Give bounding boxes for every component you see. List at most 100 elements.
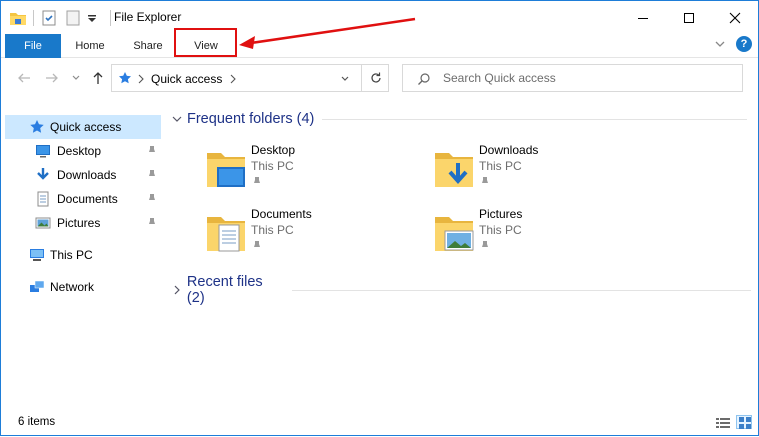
up-arrow-icon <box>93 72 103 84</box>
pin-icon <box>482 241 488 251</box>
window-title: File Explorer <box>114 10 182 24</box>
large-icons-view-icon <box>739 417 751 429</box>
tab-share[interactable]: Share <box>119 34 177 58</box>
desktop-icon <box>36 145 50 158</box>
frequent-folders-group[interactable]: Frequent folders (4) <box>171 109 748 129</box>
sidebar-item-this-pc[interactable]: This PC <box>5 243 161 267</box>
annotation-highlight-box <box>174 28 237 57</box>
minimize-button[interactable] <box>620 1 666 34</box>
folder-tile-documents[interactable]: Documents This PC <box>205 207 425 263</box>
quick-access-star-icon <box>119 72 131 84</box>
navigation-bar: Quick access <box>1 59 758 97</box>
pin-icon[interactable] <box>147 193 157 205</box>
sidebar-item-label: Documents <box>57 192 118 206</box>
pictures-icon <box>35 217 51 229</box>
pictures-folder-icon <box>435 217 474 251</box>
close-icon <box>729 12 741 23</box>
search-box[interactable] <box>402 64 743 92</box>
quick-access-toolbar <box>9 7 117 29</box>
address-dropdown-icon[interactable] <box>340 74 350 84</box>
toolbar-divider <box>33 10 34 26</box>
pin-icon <box>254 241 260 251</box>
folder-name: Pictures <box>479 207 523 221</box>
minimize-icon <box>638 17 648 19</box>
back-button[interactable] <box>15 69 33 87</box>
pin-icon[interactable] <box>147 145 157 157</box>
sidebar-item-pictures[interactable]: Pictures <box>5 211 161 235</box>
sidebar-item-label: Downloads <box>57 168 117 182</box>
breadcrumb-chevron-icon[interactable] <box>137 74 145 84</box>
breadcrumb-location[interactable]: Quick access <box>151 72 222 86</box>
file-explorer-window: File Explorer File Home Share View ? Qui… <box>0 0 759 436</box>
network-icon <box>30 280 45 292</box>
desktop-folder-icon <box>207 153 245 187</box>
recent-locations-button[interactable] <box>67 69 85 87</box>
large-icons-view-button[interactable] <box>736 415 752 429</box>
title-bar: File Explorer <box>1 1 758 34</box>
content-pane: Frequent folders (4) Desktop This PC Dow… <box>171 101 751 406</box>
up-button[interactable] <box>89 69 107 87</box>
navigation-pane: Quick access Desktop Downloads Documents… <box>5 115 161 299</box>
back-arrow-icon <box>18 73 30 83</box>
status-bar: 6 items <box>1 411 758 435</box>
folder-tile-desktop[interactable]: Desktop This PC <box>205 143 425 199</box>
tab-home[interactable]: Home <box>61 34 119 58</box>
details-view-button[interactable] <box>714 415 730 429</box>
maximize-button[interactable] <box>666 1 712 34</box>
sidebar-item-label: Pictures <box>57 216 101 230</box>
sidebar-item-network[interactable]: Network <box>5 275 161 299</box>
ribbon-tabs: File Home Share View ? <box>1 34 758 58</box>
sidebar-item-downloads[interactable]: Downloads <box>5 163 161 187</box>
tab-file[interactable]: File <box>5 34 61 58</box>
close-button[interactable] <box>712 1 758 34</box>
recent-files-group[interactable]: Recent files (2) <box>171 274 751 306</box>
maximize-icon <box>684 12 694 23</box>
view-switcher <box>714 415 752 429</box>
downloads-folder-icon <box>435 153 473 187</box>
pin-icon <box>254 177 260 187</box>
pin-icon[interactable] <box>147 169 157 181</box>
ribbon-right-controls: ? <box>714 36 752 52</box>
sidebar-item-desktop[interactable]: Desktop <box>5 139 161 163</box>
chevron-down-icon <box>172 116 182 122</box>
help-icon[interactable]: ? <box>736 36 752 52</box>
folder-name: Desktop <box>251 143 296 157</box>
properties-icon[interactable] <box>40 9 58 27</box>
folder-location: This PC <box>251 159 294 173</box>
customize-toolbar-icon[interactable] <box>86 9 104 27</box>
chevron-down-icon <box>72 75 80 80</box>
sidebar-item-quick-access[interactable]: Quick access <box>5 115 161 139</box>
star-icon <box>30 120 44 133</box>
folder-tile-pictures[interactable]: Pictures This PC <box>433 207 653 263</box>
folder-location: This PC <box>479 159 522 173</box>
refresh-icon <box>370 72 381 83</box>
pin-icon[interactable] <box>147 217 157 229</box>
folder-name: Documents <box>251 207 312 221</box>
folder-location: This PC <box>479 223 522 237</box>
documents-folder-icon <box>207 217 245 252</box>
pin-icon <box>482 177 488 187</box>
folder-location: This PC <box>251 223 294 237</box>
forward-arrow-icon <box>46 73 58 83</box>
forward-button[interactable] <box>43 69 61 87</box>
breadcrumb-chevron-icon[interactable] <box>229 74 237 84</box>
sidebar-item-documents[interactable]: Documents <box>5 187 161 211</box>
folder-app-icon[interactable] <box>9 9 27 27</box>
section-divider <box>291 289 751 291</box>
recent-files-header: Recent files (2) <box>186 274 263 306</box>
folder-name: Downloads <box>479 143 539 157</box>
search-input[interactable] <box>443 70 733 86</box>
sidebar-item-label: Quick access <box>50 120 122 134</box>
address-bar[interactable]: Quick access <box>111 64 389 92</box>
window-controls <box>620 1 758 34</box>
chevron-right-icon <box>174 285 180 295</box>
folder-tile-downloads[interactable]: Downloads This PC <box>433 143 653 199</box>
refresh-button[interactable] <box>361 65 389 91</box>
sidebar-item-label: Desktop <box>57 144 102 158</box>
sidebar-item-label: This PC <box>50 248 93 262</box>
expand-ribbon-icon[interactable] <box>714 38 726 50</box>
search-icon <box>418 73 430 85</box>
new-folder-icon[interactable] <box>64 9 82 27</box>
